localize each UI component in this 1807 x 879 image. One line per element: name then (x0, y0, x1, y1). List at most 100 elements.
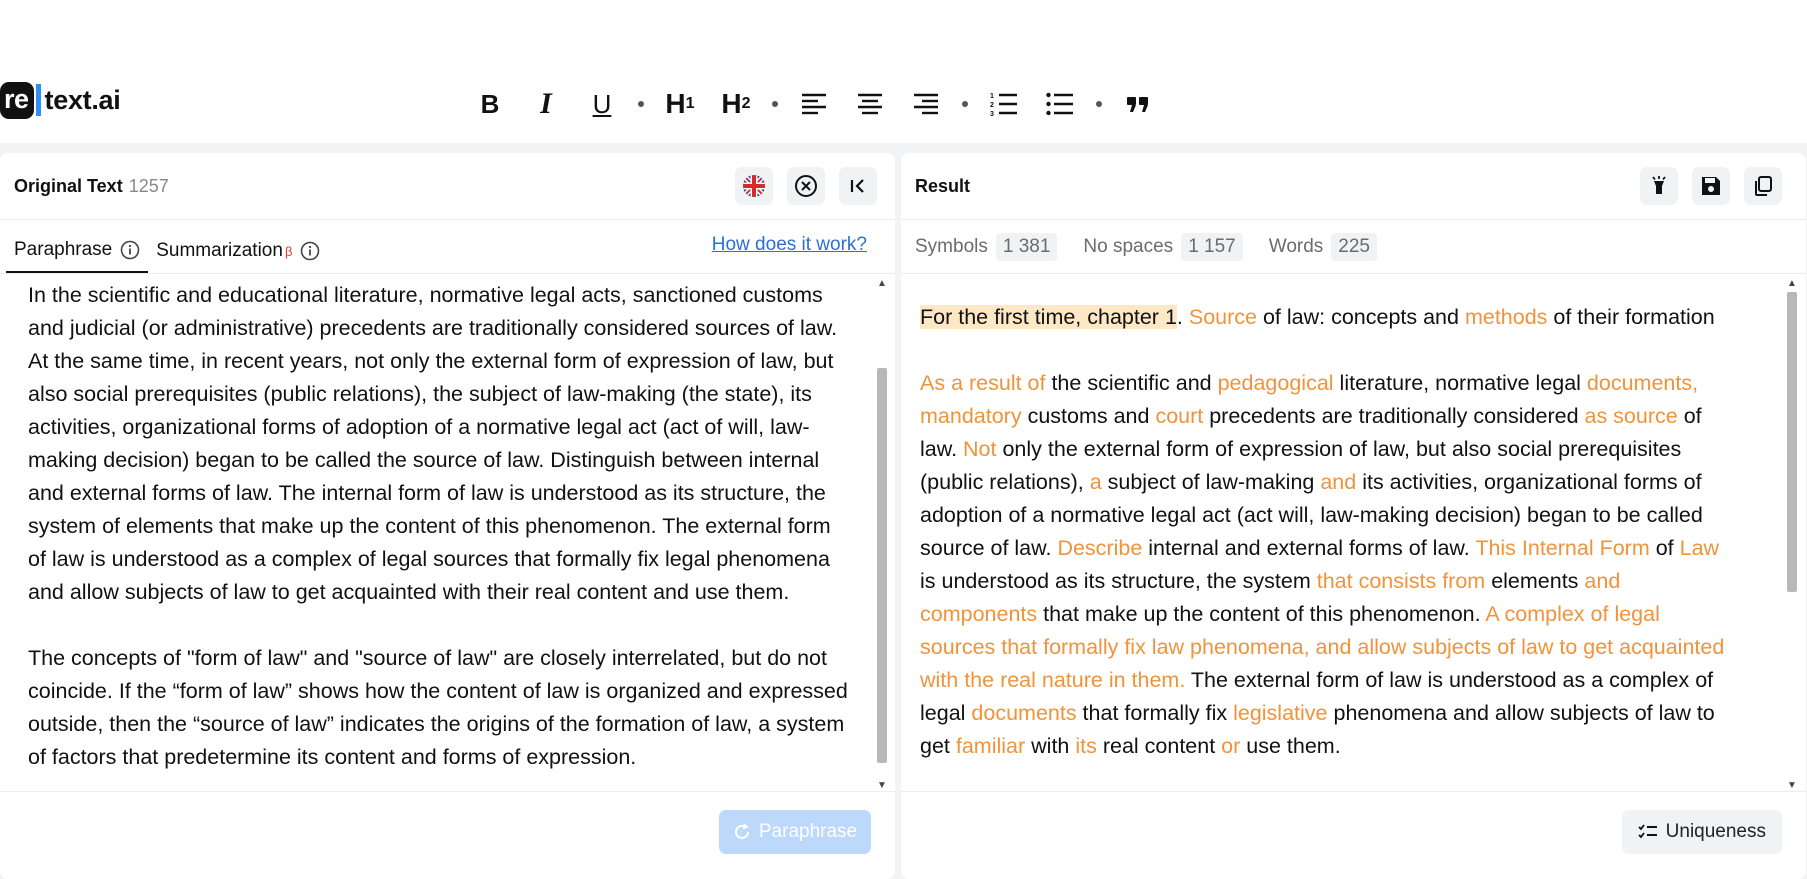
paraphrase-button-label: Paraphrase (758, 821, 858, 842)
result-paragraph: As a result of the scientific and pedago… (920, 367, 1740, 763)
scroll-up-arrow[interactable]: ▲ (1787, 278, 1797, 289)
clear-button[interactable] (787, 167, 825, 205)
stat-no-spaces: No spaces 1 157 (1083, 232, 1243, 261)
heading1-button[interactable]: H1 (652, 84, 708, 124)
text-segment: the scientific and (1045, 371, 1218, 395)
changed-segment[interactable]: that consists from (1317, 569, 1485, 593)
highlighted-segment[interactable]: For the first time, chapter 1 (920, 305, 1177, 329)
changed-segment[interactable]: pedagogical (1218, 371, 1334, 395)
changed-segment[interactable]: Not (963, 437, 996, 461)
tab-summarization[interactable]: Summarization β (148, 229, 328, 273)
changed-segment[interactable]: a (1090, 470, 1102, 494)
uk-flag-icon (743, 175, 765, 197)
changed-segment[interactable]: Source (1189, 305, 1257, 329)
language-button[interactable] (735, 167, 773, 205)
paraphrase-button[interactable]: Paraphrase (719, 810, 871, 854)
uniqueness-button[interactable]: Uniqueness (1621, 810, 1782, 854)
changed-segment[interactable]: its (1075, 734, 1097, 758)
changed-segment[interactable]: as source (1585, 404, 1678, 428)
scrollbar-thumb[interactable] (877, 368, 887, 763)
numbered-list-button[interactable]: 1 2 3 (976, 84, 1032, 124)
changed-segment[interactable]: court (1155, 404, 1203, 428)
text-segment: of law: concepts and (1256, 305, 1465, 329)
original-paragraph: The concepts of "form of law" and "sourc… (28, 646, 848, 769)
close-circle-icon (795, 175, 817, 197)
svg-text:2: 2 (990, 102, 994, 109)
changed-segment[interactable]: Describe (1057, 536, 1142, 560)
text-segment: real content (1096, 734, 1222, 758)
info-icon[interactable] (300, 241, 320, 261)
tab-paraphrase-label: Paraphrase (14, 239, 113, 260)
changed-segment[interactable]: This Internal Form (1475, 536, 1649, 560)
quote-button[interactable] (1110, 84, 1166, 124)
result-scrollbar[interactable]: ▲ ▼ (1785, 278, 1799, 791)
stat-symbols: Symbols 1 381 (915, 232, 1058, 261)
copy-icon (1755, 176, 1772, 196)
toolbar-separator (630, 101, 652, 107)
original-text-panel: Original Text 1257 Paraphrase Summarizat… (0, 153, 895, 879)
save-button[interactable] (1692, 167, 1730, 205)
highlight-button[interactable] (1640, 167, 1678, 205)
bullet-list-icon (1046, 92, 1073, 116)
original-text-title: Original Text (14, 175, 123, 196)
save-icon (1702, 177, 1720, 195)
original-text-count: 1257 (128, 175, 169, 196)
align-center-button[interactable] (842, 84, 898, 124)
changed-segment[interactable]: or (1221, 734, 1240, 758)
changed-segment[interactable]: Law (1680, 536, 1719, 560)
refresh-icon (734, 823, 749, 839)
text-segment: . (1176, 305, 1189, 329)
changed-segment[interactable]: methods (1465, 305, 1547, 329)
bullet-list-button[interactable] (1032, 84, 1088, 124)
result-footer: Uniqueness (901, 791, 1806, 879)
result-panel: Result Symbols 1 381 No spaces 1 157 Words… (901, 153, 1806, 879)
tab-paraphrase[interactable]: Paraphrase (6, 229, 149, 273)
formatting-toolbar: B I U H1 H2 1 2 3 (462, 84, 1166, 124)
toolbar-separator (764, 101, 786, 107)
changed-segment[interactable]: documents (971, 701, 1076, 725)
collapse-left-icon (850, 179, 864, 193)
scrollbar-thumb[interactable] (1787, 292, 1797, 592)
align-right-button[interactable] (898, 84, 954, 124)
changed-segment[interactable]: and (1320, 470, 1356, 494)
result-title: Result (915, 175, 971, 196)
heading2-button[interactable]: H2 (708, 84, 764, 124)
align-left-icon (802, 93, 826, 115)
info-icon[interactable] (120, 240, 140, 260)
scroll-down-arrow[interactable]: ▼ (877, 780, 887, 791)
text-segment: of (1649, 536, 1680, 560)
logo-divider (35, 84, 41, 116)
align-center-icon (858, 93, 882, 115)
text-segment: precedents are traditionally considered (1203, 404, 1585, 428)
changed-segment[interactable]: legislative (1233, 701, 1327, 725)
result-header: Result (901, 153, 1806, 220)
bold-button[interactable]: B (462, 84, 518, 124)
changed-segment[interactable]: familiar (956, 734, 1025, 758)
text-segment: is understood as its structure, the syst… (920, 569, 1317, 593)
flashlight-icon (1652, 176, 1666, 194)
italic-button[interactable]: I (518, 84, 574, 124)
quote-icon (1127, 97, 1148, 112)
underline-button[interactable]: U (574, 84, 630, 124)
scroll-down-arrow[interactable]: ▼ (1787, 780, 1797, 791)
changed-segment[interactable]: As a result of (920, 371, 1045, 395)
text-segment: literature, normative legal (1333, 371, 1587, 395)
result-text[interactable]: For the first time, chapter 1. Source of… (920, 301, 1740, 796)
original-scrollbar[interactable]: ▲ ▼ (875, 278, 889, 791)
original-text-editor[interactable]: In the scientific and educational litera… (28, 279, 848, 791)
text-segment: that make up the content of this phenome… (1037, 602, 1486, 626)
copy-button[interactable] (1744, 167, 1782, 205)
logo[interactable]: re text.ai (0, 80, 121, 120)
text-segment: with (1025, 734, 1076, 758)
toolbar-separator (1088, 101, 1110, 107)
scroll-up-arrow[interactable]: ▲ (877, 278, 887, 289)
uniqueness-button-label: Uniqueness (1665, 821, 1766, 842)
result-paragraph: For the first time, chapter 1. Source of… (920, 301, 1740, 334)
tab-summarization-label: Summarization (156, 240, 283, 261)
collapse-button[interactable] (839, 167, 877, 205)
text-segment: that formally fix (1076, 701, 1234, 725)
align-left-button[interactable] (786, 84, 842, 124)
how-does-it-work-link[interactable]: How does it work? (712, 234, 867, 256)
text-segment: of their formation (1547, 305, 1715, 329)
stat-words: Words 225 (1269, 232, 1377, 261)
